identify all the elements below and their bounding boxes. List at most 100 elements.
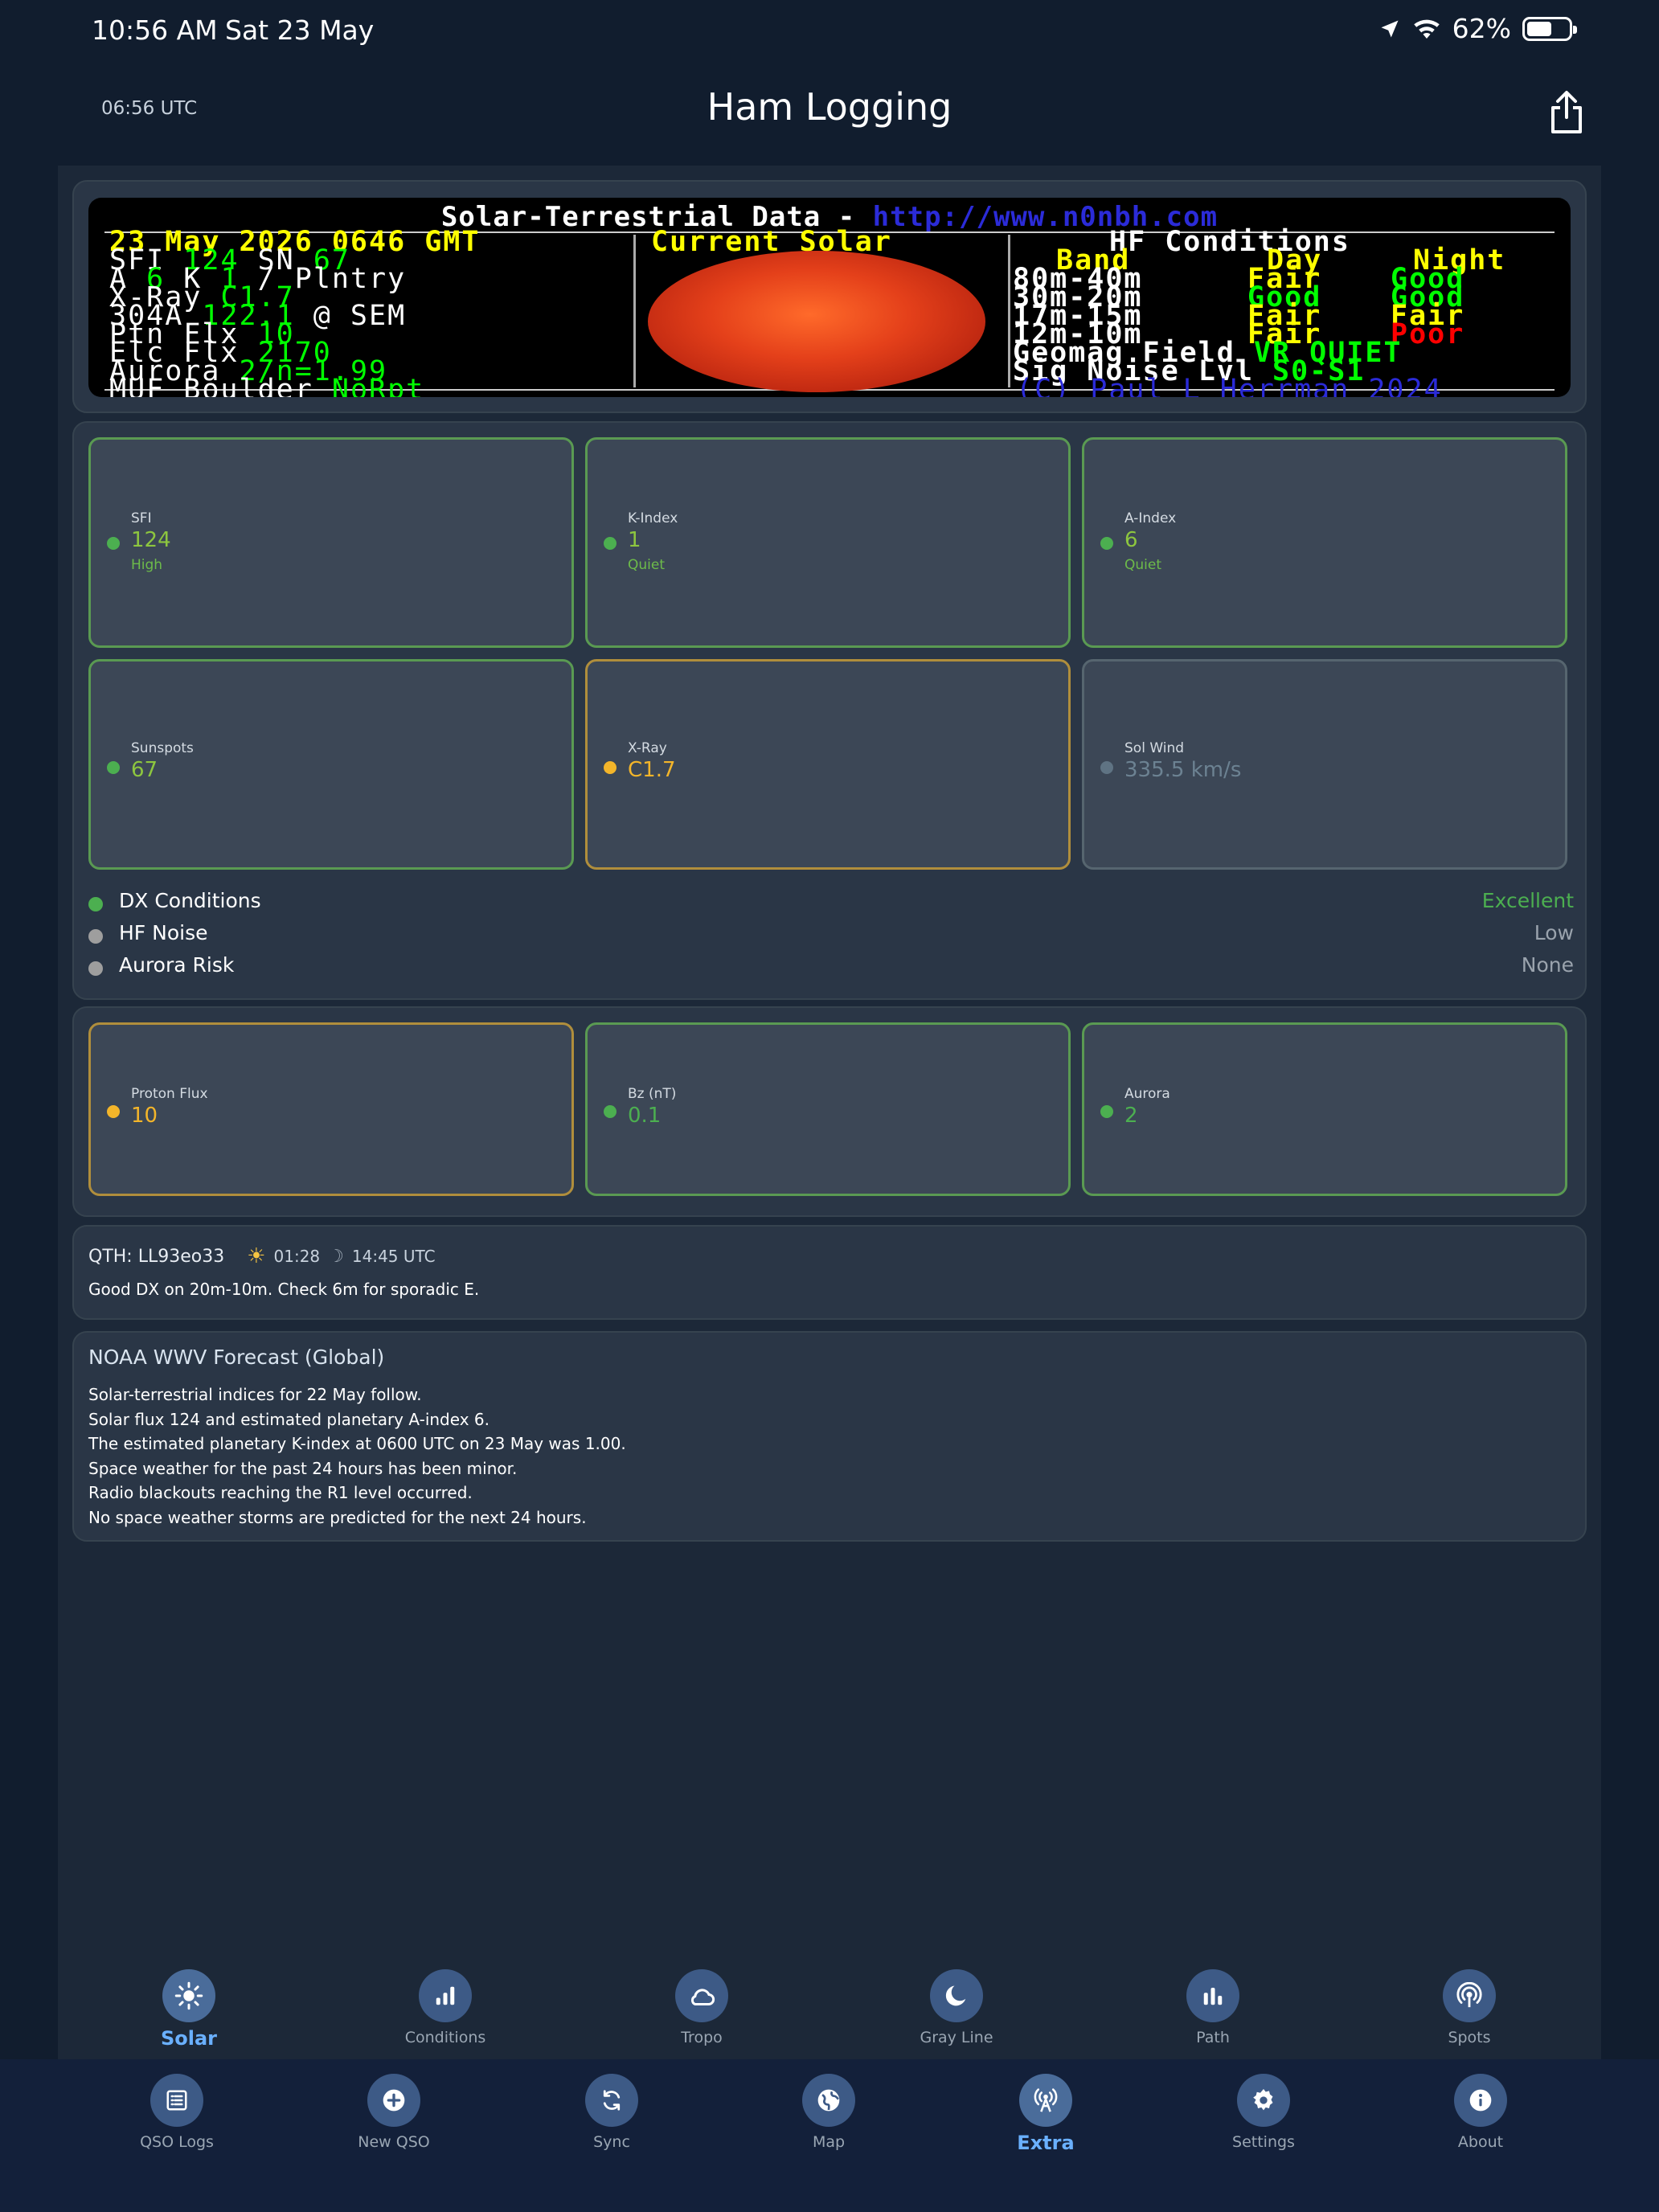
- page-title: Ham Logging: [707, 85, 952, 129]
- tile-value: 335.5 km/s: [1124, 758, 1242, 782]
- tab-label: Settings: [1232, 2133, 1295, 2151]
- subtab-path[interactable]: Path: [1133, 1969, 1293, 2046]
- tile-sub: Quiet: [628, 557, 666, 573]
- sun-image: [648, 251, 985, 392]
- banner-row: MUF Boulder NoRpt: [109, 374, 425, 398]
- status-dot: [604, 1105, 616, 1118]
- aurora-risk-row: Aurora Risk None: [88, 952, 1574, 984]
- tile-label: SFI: [131, 510, 152, 526]
- nav-bar: 06:56 UTC Ham Logging: [0, 61, 1659, 166]
- noaa-forecast-text: Solar-terrestrial indices for 22 May fol…: [88, 1382, 626, 1530]
- tile-sub: Quiet: [1124, 557, 1162, 573]
- sfi-tile[interactable]: SFI 124 High: [88, 437, 574, 648]
- battery-icon: [1522, 16, 1577, 41]
- banner-current-solar-label: Current Solar: [651, 226, 892, 258]
- tab-label: About: [1457, 2133, 1504, 2151]
- sync-icon: [585, 2074, 638, 2127]
- subtab-conditions[interactable]: Conditions: [365, 1969, 526, 2046]
- status-date: Sat 23 May: [225, 14, 375, 46]
- condition-value: Excellent: [1481, 889, 1574, 912]
- tab-label: New QSO: [358, 2133, 430, 2151]
- condition-label: Aurora Risk: [119, 953, 235, 977]
- k-index-tile[interactable]: K-Index 1 Quiet: [585, 437, 1071, 648]
- share-icon: [1551, 91, 1582, 133]
- sunrise-icon: ☀: [247, 1244, 266, 1268]
- condition-label: DX Conditions: [119, 889, 261, 912]
- proton-flux-tile[interactable]: Proton Flux 10: [88, 1022, 574, 1196]
- aurora-tile[interactable]: Aurora 2: [1082, 1022, 1567, 1196]
- tab-sync[interactable]: Sync: [531, 2074, 692, 2151]
- tab-about[interactable]: About: [1400, 2074, 1561, 2151]
- banner-separator: [633, 235, 636, 387]
- bar-chart-icon: [419, 1969, 472, 2022]
- status-bar: 10:56 AM Sat 23 May 62%: [0, 0, 1659, 61]
- sun-icon: [162, 1969, 215, 2022]
- status-dot: [88, 961, 103, 976]
- tile-value: 10: [131, 1104, 158, 1128]
- main-tab-bar: QSO Logs New QSO Sync Map Extra Settings: [0, 2059, 1659, 2212]
- tab-settings[interactable]: Settings: [1183, 2074, 1344, 2151]
- tile-label: Bz (nT): [628, 1086, 677, 1102]
- wifi-icon: [1412, 18, 1441, 40]
- tab-label: Solar: [160, 2027, 218, 2050]
- info-icon: [1454, 2074, 1507, 2127]
- solar-wind-tile[interactable]: Sol Wind 335.5 km/s: [1082, 659, 1567, 870]
- tab-new-qso[interactable]: New QSO: [313, 2074, 474, 2151]
- tile-value: 2: [1124, 1104, 1138, 1128]
- forecast-line: The estimated planetary K-index at 0600 …: [88, 1434, 626, 1453]
- status-dot: [604, 537, 616, 550]
- qth-locator: QTH: LL93eo33: [88, 1246, 225, 1267]
- status-dot: [1100, 1105, 1113, 1118]
- qth-note: Good DX on 20m-10m. Check 6m for sporadi…: [88, 1280, 480, 1299]
- solar-content: Solar-Terrestrial Data - http://www.n0nb…: [58, 166, 1601, 2062]
- noaa-title: NOAA WWV Forecast (Global): [88, 1346, 385, 1369]
- x-ray-tile[interactable]: X-Ray C1.7: [585, 659, 1071, 870]
- qth-line: QTH: LL93eo33 ☀ 01:28 ☽ 14:45 UTC: [88, 1244, 436, 1268]
- subtab-gray-line[interactable]: Gray Line: [876, 1969, 1037, 2046]
- tile-label: Proton Flux: [131, 1086, 208, 1102]
- share-button[interactable]: [1546, 88, 1587, 137]
- tile-label: A-Index: [1124, 510, 1177, 526]
- subtab-spots[interactable]: Spots: [1389, 1969, 1550, 2046]
- sunset-icon: ☽: [328, 1246, 344, 1267]
- broadcast-icon: [1443, 1969, 1496, 2022]
- bz-tile[interactable]: Bz (nT) 0.1: [585, 1022, 1071, 1196]
- forecast-line: Solar-terrestrial indices for 22 May fol…: [88, 1385, 422, 1404]
- sunspots-tile[interactable]: Sunspots 67: [88, 659, 574, 870]
- tab-extra[interactable]: Extra: [965, 2074, 1126, 2154]
- qth-card: QTH: LL93eo33 ☀ 01:28 ☽ 14:45 UTC Good D…: [72, 1225, 1587, 1320]
- tile-label: Aurora: [1124, 1086, 1170, 1102]
- status-dot: [88, 929, 103, 944]
- status-dot: [1100, 537, 1113, 550]
- bar-chart-icon: [1186, 1969, 1239, 2022]
- tile-value: 67: [131, 758, 158, 782]
- subtab-solar[interactable]: Solar: [109, 1969, 269, 2050]
- solar-banner-card: Solar-Terrestrial Data - http://www.n0nb…: [72, 180, 1587, 413]
- tab-label: Sync: [593, 2133, 630, 2151]
- tile-label: Sol Wind: [1124, 740, 1185, 756]
- sunrise-time: 01:28: [273, 1247, 321, 1266]
- condition-value: None: [1521, 953, 1574, 977]
- a-index-tile[interactable]: A-Index 6 Quiet: [1082, 437, 1567, 648]
- forecast-line: Space weather for the past 24 hours has …: [88, 1458, 518, 1478]
- tab-label: Path: [1196, 2029, 1230, 2046]
- tile-sub: High: [131, 557, 163, 573]
- antenna-icon: [1019, 2074, 1072, 2127]
- tile-value: 124: [131, 528, 171, 552]
- moon-icon: [930, 1969, 983, 2022]
- tab-label: Extra: [1017, 2132, 1075, 2154]
- tab-map[interactable]: Map: [748, 2074, 909, 2151]
- status-time: 10:56 AM: [92, 14, 218, 46]
- tab-label: QSO Logs: [140, 2133, 214, 2151]
- tile-value: 6: [1124, 528, 1138, 552]
- solar-indices-card: SFI 124 High K-Index 1 Quiet A-Index 6 Q…: [72, 421, 1587, 1000]
- banner-left-column: 23 May 2026 0646 GMT SFI 124 SN 67 A 6 K…: [109, 228, 480, 398]
- plus-circle-icon: [367, 2074, 420, 2127]
- tab-qso-logs[interactable]: QSO Logs: [96, 2074, 257, 2151]
- condition-label: HF Noise: [119, 921, 208, 944]
- condition-value: Low: [1534, 921, 1574, 944]
- subtab-tropo[interactable]: Tropo: [621, 1969, 782, 2046]
- tab-label: Gray Line: [920, 2029, 993, 2046]
- dx-conditions-row: DX Conditions Excellent: [88, 887, 1574, 920]
- forecast-line: Solar flux 124 and estimated planetary A…: [88, 1409, 490, 1429]
